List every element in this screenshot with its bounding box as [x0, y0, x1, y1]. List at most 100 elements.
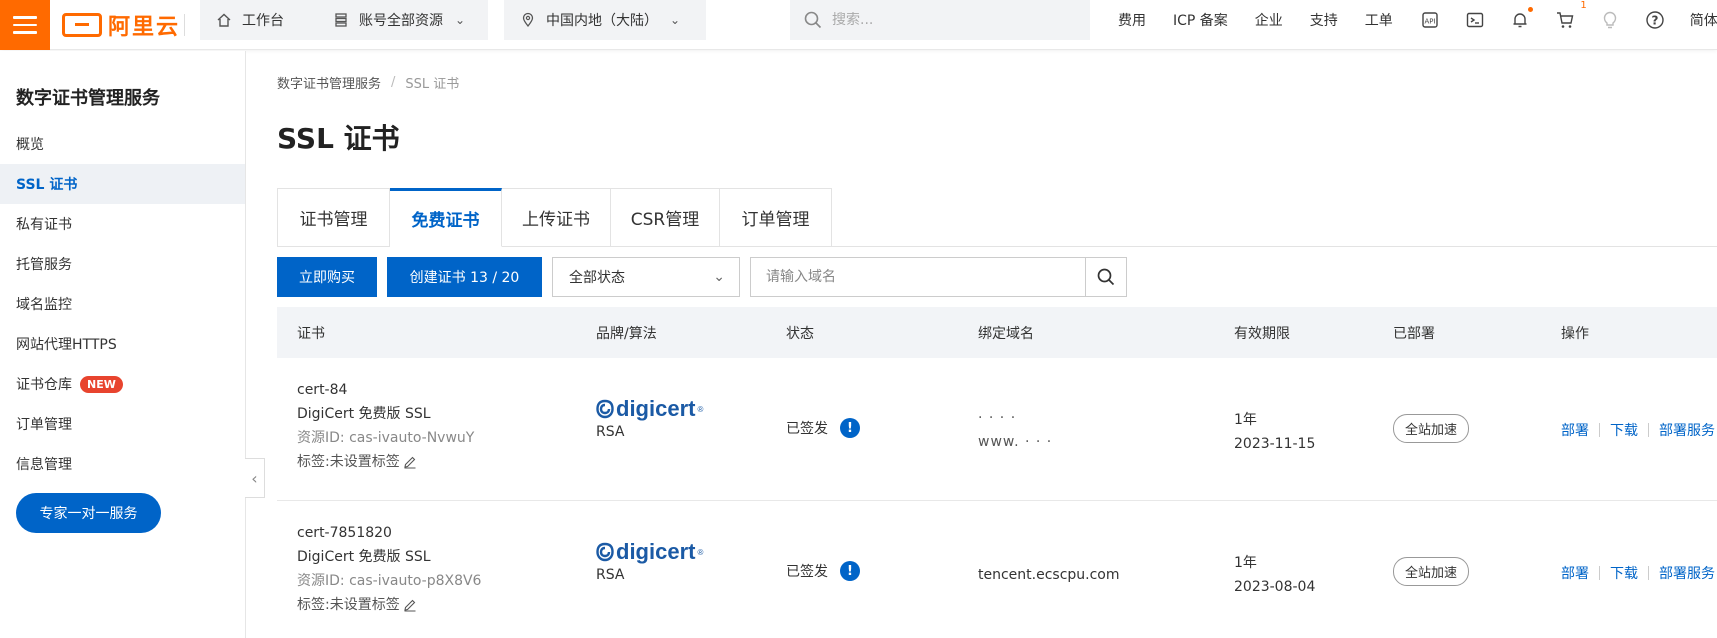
api-icon[interactable]: API — [1420, 10, 1440, 30]
deploy-service-link[interactable]: 部署服务 — [1659, 420, 1715, 440]
aliyun-logo[interactable]: 阿里云 — [62, 8, 180, 42]
language-switch[interactable]: 简体 — [1690, 10, 1717, 30]
bell-icon[interactable] — [1510, 7, 1533, 30]
brand-name: digicert — [616, 396, 696, 421]
resources-icon — [335, 13, 347, 27]
cert-tag[interactable]: 标签:未设置标签 — [297, 450, 474, 474]
sidebar-item-label: 概览 — [16, 137, 44, 153]
trademark-icon: ® — [697, 404, 704, 414]
validity-cell: 1年 2023-08-04 — [1234, 551, 1315, 599]
info-icon[interactable]: ! — [840, 418, 860, 438]
sidebar-item-info[interactable]: 信息管理 — [0, 444, 245, 484]
domain-line: www. · · · — [978, 434, 1053, 450]
header-cert: 证书 — [297, 325, 325, 342]
sidebar-item-hosting[interactable]: 托管服务 — [0, 244, 245, 284]
new-badge: NEW — [80, 375, 123, 393]
sidebar-item-label: 域名监控 — [16, 297, 72, 313]
download-link[interactable]: 下载 — [1610, 563, 1638, 583]
fees-link[interactable]: 费用 — [1118, 10, 1146, 30]
edit-icon — [404, 456, 416, 469]
domain-search-button[interactable] — [1086, 257, 1127, 297]
resources-label: 账号全部资源 — [359, 13, 443, 29]
lightbulb-icon[interactable] — [1600, 10, 1620, 30]
cart-icon[interactable]: 1 — [1555, 0, 1587, 30]
domain-search-input[interactable] — [750, 257, 1086, 297]
icp-link[interactable]: ICP 备案 — [1173, 10, 1228, 30]
svg-text:API: API — [1424, 18, 1435, 26]
workbench-label: 工作台 — [242, 13, 284, 29]
cert-resource-id: 资源ID: cas-ivauto-NvwuY — [297, 430, 475, 446]
workbench-button[interactable]: 工作台 — [200, 0, 317, 40]
tab-upload-cert[interactable]: 上传证书 — [502, 188, 611, 247]
actions-cell: 部署 下载 部署服务 — [1561, 420, 1715, 440]
deployed-cell: 全站加速 — [1393, 414, 1470, 443]
breadcrumb-separator: / — [391, 75, 396, 90]
download-link[interactable]: 下载 — [1610, 420, 1638, 440]
sidebar-item-orders[interactable]: 订单管理 — [0, 404, 245, 444]
digicert-mark-icon — [596, 542, 614, 562]
breadcrumb-parent[interactable]: 数字证书管理服务 — [277, 73, 381, 92]
sidebar-item-label: 托管服务 — [16, 257, 72, 273]
header-deployed: 已部署 — [1393, 325, 1435, 342]
cert-name[interactable]: cert-84 — [297, 378, 474, 402]
sidebar-collapse-handle[interactable]: ‹ — [245, 458, 265, 498]
global-search-input[interactable] — [832, 12, 1072, 28]
brand-cell: digicert ® RSA — [596, 539, 703, 583]
top-links: 费用 ICP 备案 企业 支持 工单 API 1 ? 简体 — [1118, 0, 1717, 40]
cert-info: cert-7851820 DigiCert 免费版 SSL 资源ID: cas-… — [297, 521, 481, 617]
breadcrumb: 数字证书管理服务 / SSL 证书 — [277, 73, 459, 92]
deploy-service-link[interactable]: 部署服务 — [1659, 563, 1715, 583]
search-icon — [1097, 268, 1115, 286]
expert-service-button[interactable]: 专家一对一服务 — [16, 493, 161, 533]
edit-icon — [404, 599, 416, 612]
sidebar-item-overview[interactable]: 概览 — [0, 124, 245, 164]
tab-orders[interactable]: 订单管理 — [720, 188, 832, 247]
sidebar-item-label: 信息管理 — [16, 457, 72, 473]
deploy-link[interactable]: 部署 — [1561, 420, 1589, 440]
deploy-link[interactable]: 部署 — [1561, 563, 1589, 583]
divider — [1599, 423, 1600, 437]
validity-cell: 1年 2023-11-15 — [1234, 408, 1315, 456]
sidebar-item-ssl[interactable]: SSL 证书 — [0, 164, 245, 204]
sidebar-item-label: 证书仓库 — [16, 377, 72, 393]
expiry-date: 2023-08-04 — [1234, 579, 1316, 595]
sidebar-item-cert-repo[interactable]: 证书仓库 NEW — [0, 364, 245, 404]
chevron-down-icon: ⌄ — [713, 269, 725, 285]
header-domain: 绑定域名 — [978, 325, 1034, 342]
tab-free-cert[interactable]: 免费证书 — [390, 188, 502, 247]
ticket-link[interactable]: 工单 — [1365, 10, 1393, 30]
actions-cell: 部署 下载 部署服务 — [1561, 563, 1715, 583]
menu-icon[interactable] — [0, 0, 50, 50]
tab-csr[interactable]: CSR管理 — [611, 188, 720, 247]
terminal-icon[interactable] — [1465, 10, 1485, 30]
sidebar-item-proxy-https[interactable]: 网站代理HTTPS — [0, 324, 245, 364]
sidebar-title: 数字证书管理服务 — [16, 88, 160, 109]
buy-now-button[interactable]: 立即购买 — [277, 257, 377, 297]
home-icon — [217, 13, 231, 27]
create-cert-button[interactable]: 创建证书 13 / 20 — [387, 257, 542, 297]
sidebar-item-domain-monitor[interactable]: 域名监控 — [0, 284, 245, 324]
sidebar-item-private-cert[interactable]: 私有证书 — [0, 204, 245, 244]
cert-name[interactable]: cert-7851820 — [297, 521, 481, 545]
svg-text:?: ? — [1651, 14, 1658, 28]
table-header: 证书 品牌/算法 状态 绑定域名 有效期限 已部署 操作 — [277, 307, 1717, 358]
brand-cell: digicert ® RSA — [596, 396, 703, 440]
info-icon[interactable]: ! — [840, 561, 860, 581]
status-label: 已签发 — [786, 421, 828, 437]
status-select[interactable]: 全部状态 ⌄ — [552, 257, 740, 297]
help-icon[interactable]: ? — [1645, 10, 1665, 30]
divider — [1599, 566, 1600, 580]
deployed-tag: 全站加速 — [1393, 414, 1470, 443]
tab-cert-management[interactable]: 证书管理 — [278, 188, 390, 247]
domain-line: · · · · — [978, 410, 1017, 426]
header-validity: 有效期限 — [1234, 325, 1290, 342]
validity-period: 1年 — [1234, 412, 1257, 428]
support-link[interactable]: 支持 — [1310, 10, 1338, 30]
trademark-icon: ® — [697, 547, 704, 557]
main-content: 数字证书管理服务 / SSL 证书 SSL 证书 证书管理 免费证书 上传证书 … — [277, 51, 1717, 638]
enterprise-link[interactable]: 企业 — [1255, 10, 1283, 30]
region-dropdown[interactable]: 中国内地（大陆） ⌄ — [504, 0, 706, 40]
resources-dropdown[interactable]: 账号全部资源 ⌄ — [317, 0, 488, 40]
cert-resource-id: 资源ID: cas-ivauto-p8X8V6 — [297, 573, 482, 589]
cert-tag[interactable]: 标签:未设置标签 — [297, 593, 481, 617]
